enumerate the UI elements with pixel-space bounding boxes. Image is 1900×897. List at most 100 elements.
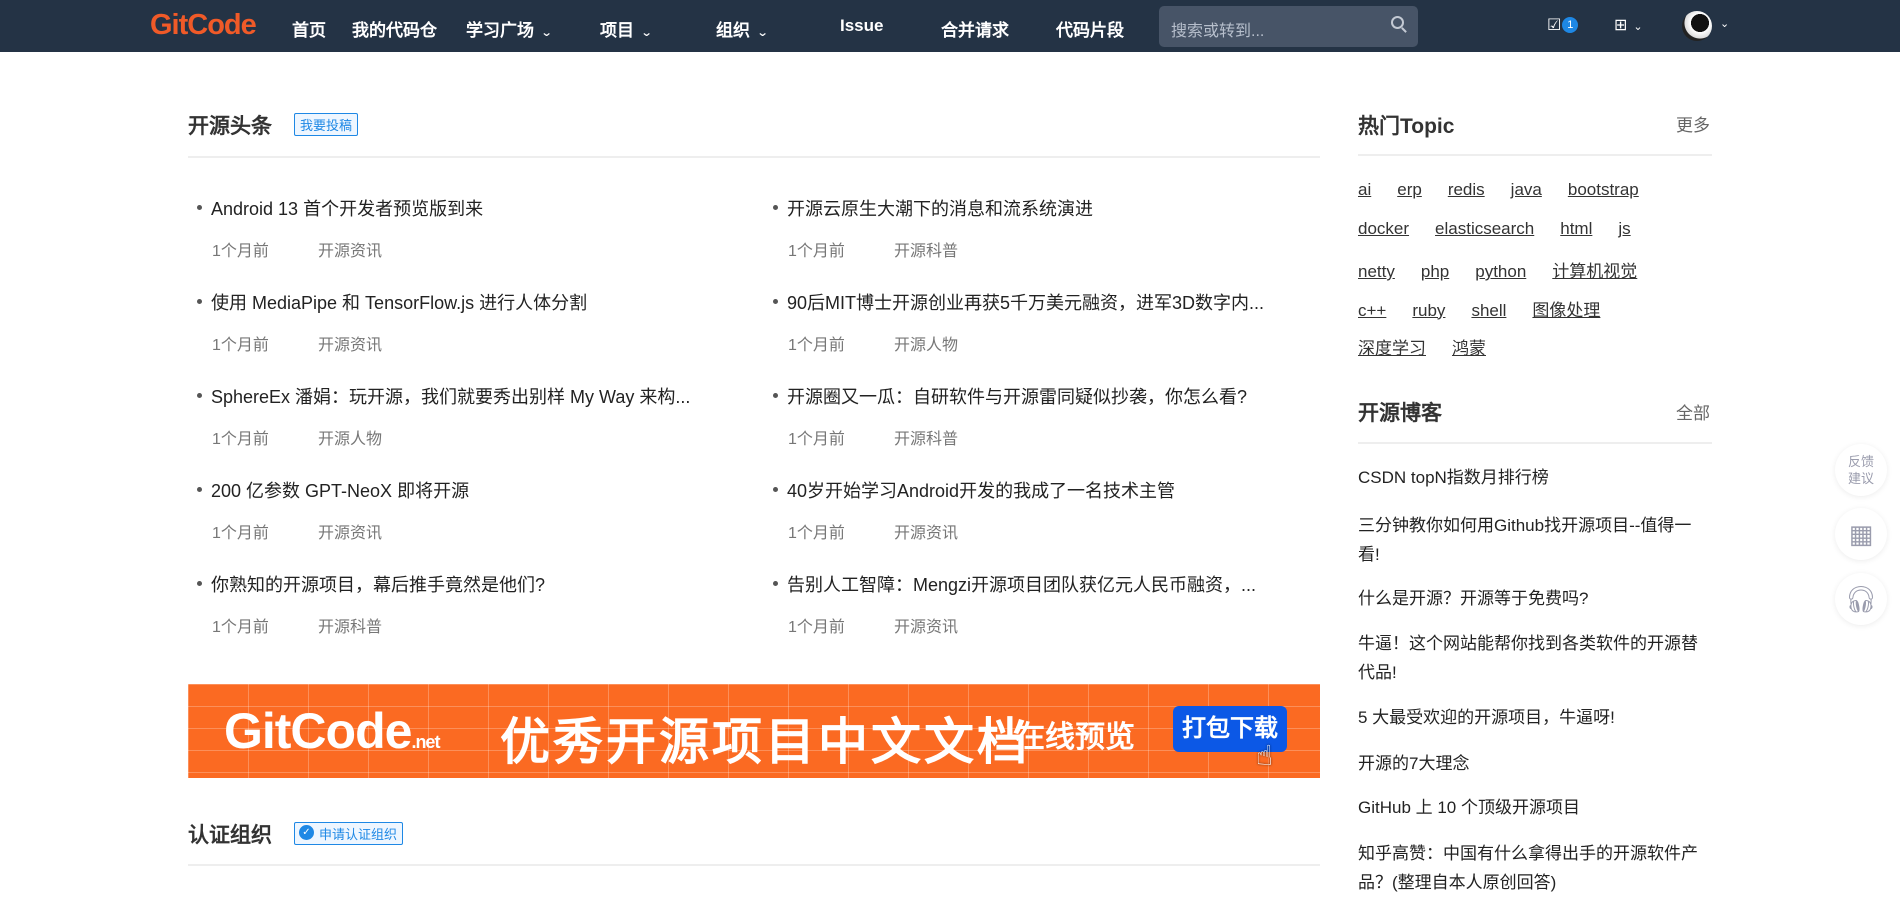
blog-link[interactable]: 5 大最受欢迎的开源项目，牛逼呀! [1358,703,1710,732]
create-new-button[interactable]: ⊞ ⌄ [1614,15,1643,35]
blog-link[interactable]: 三分钟教你如何用Github找开源项目--值得一看! [1358,511,1710,569]
qr-code-icon: ▦ [1848,519,1874,549]
news-time: 1个月前 [212,431,269,448]
qr-code-button[interactable]: ▦ [1835,508,1887,560]
news-category[interactable]: 开源科普 [894,243,958,260]
news-time: 1个月前 [788,431,845,448]
news-category[interactable]: 开源人物 [894,337,958,354]
chevron-down-icon: ⌄ [540,27,553,39]
news-category[interactable]: 开源资讯 [318,525,382,542]
nav-item[interactable]: 合并请求 [941,16,1009,41]
blog-link[interactable]: GitHub 上 10 个顶级开源项目 [1358,793,1710,822]
news-category[interactable]: 开源科普 [894,431,958,448]
news-title-link[interactable]: 使用 MediaPipe 和 TensorFlow.js 进行人体分割 [197,289,747,315]
news-time: 1个月前 [788,619,845,636]
topic-link[interactable]: 鸿蒙 [1452,339,1486,358]
topic-link[interactable]: shell [1471,301,1506,320]
topic-link[interactable]: python [1475,262,1526,281]
submit-article-button[interactable]: 我要投稿 [294,113,359,136]
blog-link[interactable]: 知乎高赞：中国有什么拿得出手的开源软件产品？(整理自本人原创回答) [1358,839,1710,897]
topic-link[interactable]: ruby [1412,301,1445,320]
news-category[interactable]: 开源资讯 [894,525,958,542]
topic-link[interactable]: php [1421,262,1449,281]
nav-item[interactable]: 首页 [292,16,326,41]
topic-link[interactable]: 图像处理 [1532,301,1600,320]
news-category[interactable]: 开源资讯 [894,619,958,636]
news-item: 你熟知的开源项目，幕后推手竟然是他们? 1个月前 开源科普 [197,571,747,637]
news-time: 1个月前 [212,337,269,354]
nav-item[interactable]: 学习广场 ⌄ [466,16,553,41]
topic-link[interactable]: html [1560,219,1592,238]
topic-link[interactable]: 计算机视觉 [1552,262,1637,281]
divider [1358,442,1712,444]
news-item: Android 13 首个开发者预览版到来 1个月前 开源资讯 [197,195,747,261]
nav-item[interactable]: Issue [840,16,883,36]
apply-org-button[interactable]: ✓ 申请认证组织 [294,822,404,845]
topics-more-link[interactable]: 更多 [1676,111,1710,136]
blog-link[interactable]: 什么是开源？开源等于免费吗? [1358,584,1710,613]
news-item: 开源圈又一瓜：自研软件与开源雷同疑似抄袭，你怎么看? 1个月前 开源科普 [773,383,1323,449]
divider [1358,154,1712,156]
news-item: 使用 MediaPipe 和 TensorFlow.js 进行人体分割 1个月前… [197,289,747,355]
gitcode-logo[interactable]: GitCode [150,9,257,42]
checkbox-icon: ☑ [1547,17,1562,34]
search-input[interactable]: 搜索或转到... [1159,6,1418,47]
nav-item[interactable]: 我的代码仓 [352,16,437,41]
blog-link[interactable]: 牛逼！这个网站能帮你找到各类软件的开源替代品! [1358,629,1710,687]
news-time: 1个月前 [212,525,269,542]
news-title-link[interactable]: 200 亿参数 GPT-NeoX 即将开源 [197,477,747,503]
news-category[interactable]: 开源人物 [318,431,382,448]
news-category[interactable]: 开源资讯 [318,243,382,260]
topic-link[interactable]: ai [1358,180,1371,199]
news-item: 40岁开始学习Android开发的我成了一名技术主管 1个月前 开源资讯 [773,477,1323,543]
todo-count-badge: 1 [1562,17,1579,33]
todo-button[interactable]: ☑ 1 [1547,15,1579,35]
user-avatar[interactable] [1682,11,1712,41]
customer-service-button[interactable]: 🎧︎ [1835,573,1887,625]
news-title-link[interactable]: 90后MIT博士开源创业再获5千万美元融资，进军3D数字内... [773,289,1323,315]
news-item: 200 亿参数 GPT-NeoX 即将开源 1个月前 开源资讯 [197,477,747,543]
news-title-link[interactable]: 开源云原生大潮下的消息和流系统演进 [773,195,1323,221]
headset-icon: 🎧︎ [1844,584,1878,614]
news-item: 开源云原生大潮下的消息和流系统演进 1个月前 开源科普 [773,195,1323,261]
news-title-link[interactable]: 40岁开始学习Android开发的我成了一名技术主管 [773,477,1323,503]
nav-item[interactable]: 代码片段 [1056,16,1124,41]
search-icon[interactable] [1391,16,1404,29]
news-title-link[interactable]: 开源圈又一瓜：自研软件与开源雷同疑似抄袭，你怎么看? [773,383,1323,409]
topic-link[interactable]: 深度学习 [1358,339,1426,358]
news-category[interactable]: 开源科普 [318,619,382,636]
news-time: 1个月前 [212,243,269,260]
blog-link[interactable]: CSDN topN指数月排行榜 [1358,463,1710,492]
news-title-link[interactable]: Android 13 首个开发者预览版到来 [197,195,747,221]
topic-link[interactable]: erp [1397,180,1422,199]
blog-link[interactable]: 开源的7大理念 [1358,749,1710,778]
topic-link[interactable]: js [1618,219,1630,238]
news-title-link[interactable]: 你熟知的开源项目，幕后推手竟然是他们? [197,571,747,597]
divider [188,864,1320,866]
chevron-down-icon: ⌄ [1633,21,1643,33]
blogs-all-link[interactable]: 全部 [1676,399,1710,424]
news-time: 1个月前 [788,337,845,354]
promo-banner[interactable]: GitCode.net 优秀开源项目中文文档 在线预览 打包下载 ☝ [188,684,1320,778]
news-title-link[interactable]: SphereEx 潘娟：玩开源，我们就要秀出别样 My Way 来构... [197,383,747,409]
feedback-button[interactable]: 反馈建议 [1835,444,1887,496]
news-time: 1个月前 [788,525,845,542]
topic-link[interactable]: c++ [1358,301,1386,320]
news-item: 90后MIT博士开源创业再获5千万美元融资，进军3D数字内... 1个月前 开源人… [773,289,1323,355]
news-category[interactable]: 开源资讯 [318,337,382,354]
news-title-link[interactable]: 告别人工智障：Mengzi开源项目团队获亿元人民币融资，... [773,571,1323,597]
verified-icon: ✓ [299,825,314,840]
chevron-down-icon[interactable]: ⌄ [1720,17,1729,30]
hand-pointer-icon: ☝ [1256,740,1274,771]
topic-link[interactable]: elasticsearch [1435,219,1534,238]
topic-link[interactable]: netty [1358,262,1395,281]
headlines-title: 开源头条 [188,115,272,138]
nav-item[interactable]: 项目 ⌄ [600,16,653,41]
topic-link[interactable]: docker [1358,219,1409,238]
topic-link[interactable]: redis [1448,180,1485,199]
search-placeholder: 搜索或转到... [1171,23,1265,40]
topic-link[interactable]: java [1511,180,1542,199]
topic-link[interactable]: bootstrap [1568,180,1639,199]
nav-item[interactable]: 组织 ⌄ [716,16,769,41]
banner-preview: 在线预览 [1015,721,1135,754]
